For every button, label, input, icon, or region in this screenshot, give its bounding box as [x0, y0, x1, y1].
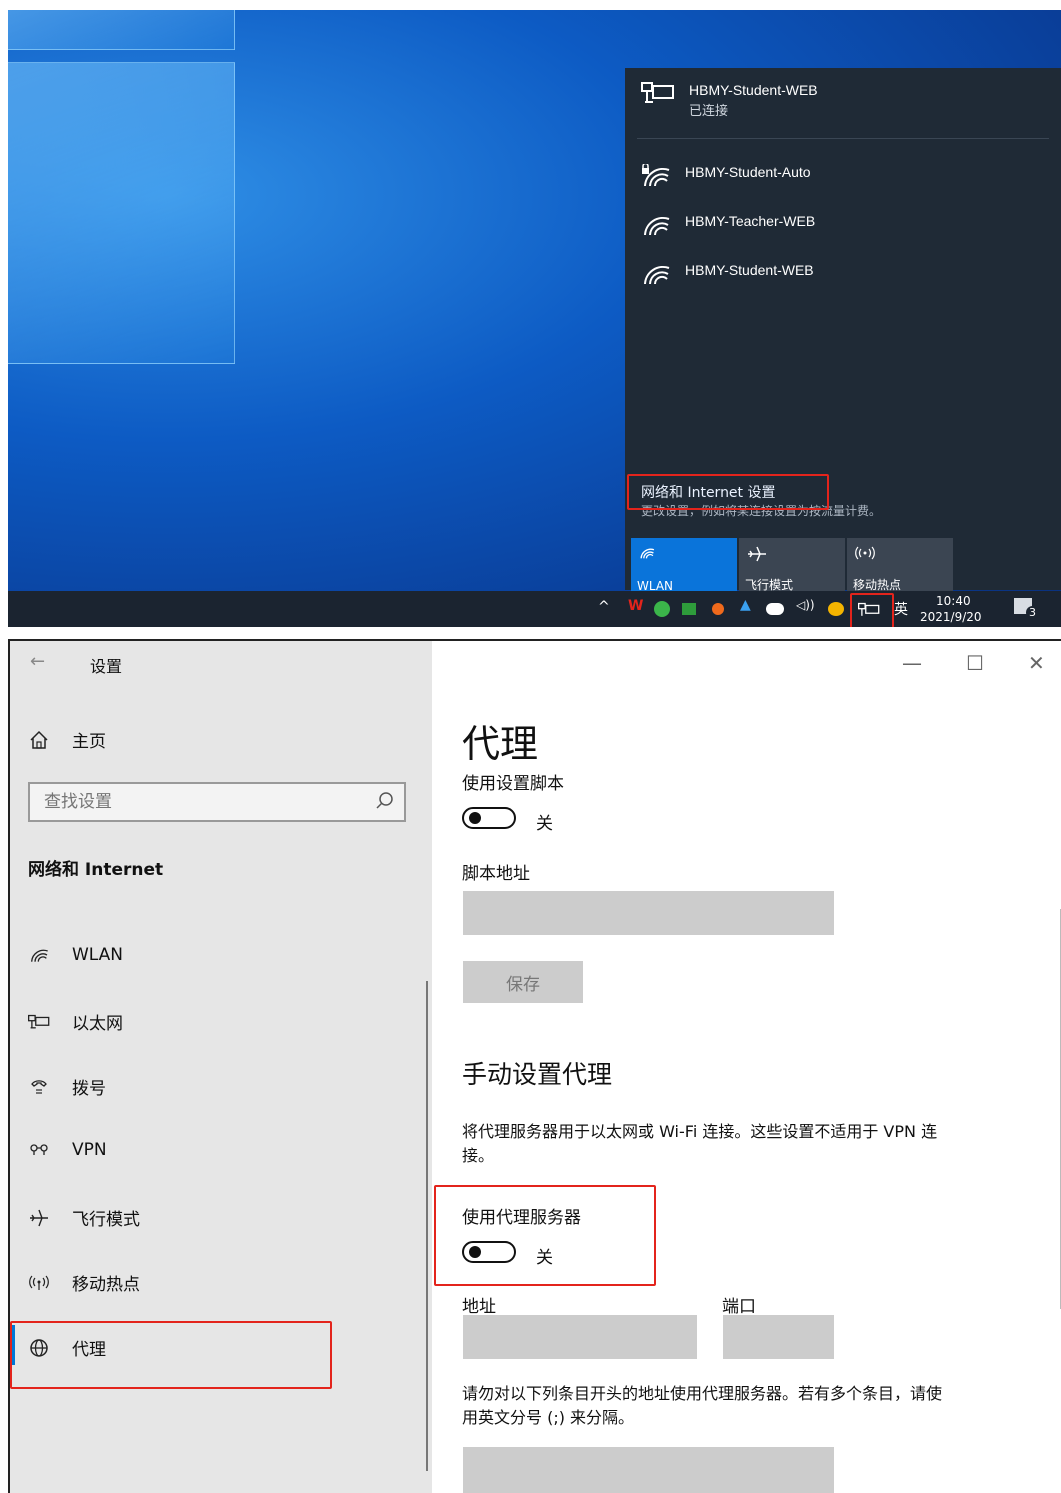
network-name: HBMY-Student-WEB	[685, 262, 814, 278]
manual-proxy-heading: 手动设置代理	[462, 1060, 613, 1089]
sidebar-item-wlan[interactable]: WLAN	[28, 944, 123, 966]
network-item[interactable]: HBMY-Student-WEB	[641, 262, 814, 286]
sidebar-item-label: WLAN	[72, 945, 124, 965]
save-button[interactable]: 保存	[463, 961, 583, 1003]
home-icon	[28, 729, 50, 751]
search-icon[interactable]	[376, 791, 394, 813]
vpn-icon	[28, 1139, 50, 1161]
sidebar-item-ethernet[interactable]: 以太网	[28, 1009, 123, 1034]
clock-date[interactable]: 2021/9/20	[920, 610, 982, 624]
sidebar-item-dialup[interactable]: 拨号	[28, 1074, 106, 1099]
exceptions-description: 请勿对以下列条目开头的地址使用代理服务器。若有多个条目，请使 用英文分号 (;)…	[462, 1382, 942, 1430]
description-line: 接。	[462, 1146, 495, 1165]
sidebar-item-label: 拨号	[72, 1079, 106, 1099]
address-label: 地址	[462, 1297, 496, 1317]
chevron-up-icon[interactable]: ^	[598, 599, 610, 615]
highlight-box	[627, 474, 829, 510]
script-toggle[interactable]	[462, 807, 516, 829]
quick-tile-wlan[interactable]: WLAN	[631, 538, 737, 596]
sidebar-item-label: 移动热点	[72, 1275, 140, 1295]
search-box[interactable]	[28, 782, 406, 822]
wifi-icon	[644, 216, 670, 236]
network-name: HBMY-Student-WEB	[689, 82, 818, 98]
wps-icon[interactable]: W	[628, 598, 643, 614]
sidebar-item-label: 飞行模式	[72, 1210, 140, 1230]
quick-tile-airplane[interactable]: 飞行模式	[739, 538, 845, 596]
sidebar-item-label: VPN	[72, 1140, 107, 1160]
app-tray-icon[interactable]	[828, 602, 844, 616]
script-address-input[interactable]	[463, 891, 834, 935]
page-title: 代理	[462, 722, 539, 766]
window-title: 设置	[90, 657, 123, 676]
highlight-box	[434, 1185, 656, 1286]
taskbar: ^ W ▲ ◁)) 英 10:40 2021/9/20 3	[8, 591, 1061, 627]
network-name: HBMY-Student-Auto	[685, 164, 811, 180]
back-arrow-icon[interactable]: ←	[30, 651, 45, 672]
close-button[interactable]: ✕	[1028, 651, 1045, 675]
dialup-icon	[28, 1076, 50, 1098]
app-tray-icon[interactable]	[682, 603, 696, 615]
search-input[interactable]	[44, 792, 364, 812]
toggle-knob	[469, 812, 481, 824]
port-label: 端口	[722, 1297, 756, 1317]
sidebar-item-home[interactable]: 主页	[28, 727, 106, 752]
clock-time[interactable]: 10:40	[936, 594, 971, 608]
exceptions-input[interactable]	[463, 1447, 834, 1493]
desktop-screenshot: HBMY-Student-WEB 已连接 HBMY-Student-Auto H…	[8, 10, 1061, 627]
hotspot-icon	[28, 1272, 50, 1294]
app-tray-icon[interactable]	[712, 603, 724, 615]
manual-proxy-description: 将代理服务器用于以太网或 Wi-Fi 连接。这些设置不适用于 VPN 连 接。	[462, 1120, 937, 1168]
windows-logo-pane	[8, 62, 235, 364]
airplane-icon	[28, 1207, 50, 1229]
sidebar-item-label: 以太网	[72, 1014, 123, 1034]
network-flyout: HBMY-Student-WEB 已连接 HBMY-Student-Auto H…	[625, 68, 1061, 596]
sidebar-scrollbar[interactable]	[426, 981, 428, 1471]
hotspot-icon	[855, 546, 875, 560]
sidebar-item-airplane[interactable]: 飞行模式	[28, 1205, 140, 1230]
description-line: 用英文分号 (;) 来分隔。	[462, 1408, 635, 1427]
app-tray-icon[interactable]: ▲	[740, 597, 751, 613]
maximize-button[interactable]: ☐	[966, 651, 984, 675]
wifi-icon	[28, 944, 50, 966]
wifi-icon	[640, 548, 655, 559]
network-name: HBMY-Teacher-WEB	[685, 213, 816, 229]
volume-icon[interactable]: ◁))	[796, 598, 815, 612]
wifi-secure-icon	[642, 164, 670, 187]
minimize-button[interactable]: —	[902, 651, 922, 675]
port-input[interactable]	[723, 1315, 834, 1359]
app-tray-icon[interactable]	[654, 601, 670, 617]
description-line: 请勿对以下列条目开头的地址使用代理服务器。若有多个条目，请使	[462, 1384, 943, 1403]
address-input[interactable]	[463, 1315, 697, 1359]
wifi-icon	[644, 265, 670, 285]
highlight-box	[10, 1321, 332, 1389]
network-status: 已连接	[689, 103, 729, 118]
wechat-icon[interactable]	[766, 603, 784, 615]
sidebar-section-title: 网络和 Internet	[28, 860, 164, 880]
airplane-icon	[748, 546, 766, 562]
notification-badge: 3	[1026, 606, 1039, 619]
sidebar-item-vpn[interactable]: VPN	[28, 1139, 107, 1161]
sidebar-item-hotspot[interactable]: 移动热点	[28, 1270, 140, 1295]
script-toggle-state: 关	[536, 814, 553, 834]
ethernet-icon	[641, 82, 674, 103]
settings-window: ← 设置 主页 网络和 Internet WLAN 以太网 拨号 VPN	[8, 639, 1061, 1493]
network-item[interactable]: HBMY-Teacher-WEB	[641, 213, 815, 237]
settings-main: — ☐ ✕ 代理 使用设置脚本 关 脚本地址 保存 手动设置代理 将代理服务器用…	[432, 641, 1061, 1493]
windows-logo-pane	[8, 10, 235, 50]
highlight-box	[850, 593, 894, 627]
sidebar-item-label: 主页	[72, 732, 106, 752]
network-item[interactable]: HBMY-Student-WEB 已连接	[641, 82, 818, 119]
script-label: 使用设置脚本	[462, 774, 564, 794]
ethernet-icon	[28, 1011, 50, 1033]
divider	[637, 138, 1049, 139]
script-address-label: 脚本地址	[462, 864, 530, 884]
settings-sidebar: ← 设置 主页 网络和 Internet WLAN 以太网 拨号 VPN	[10, 641, 432, 1493]
ime-indicator[interactable]: 英	[894, 599, 908, 619]
description-line: 将代理服务器用于以太网或 Wi-Fi 连接。这些设置不适用于 VPN 连	[462, 1122, 938, 1141]
quick-tile-hotspot[interactable]: 移动热点	[847, 538, 953, 596]
network-item[interactable]: HBMY-Student-Auto	[641, 164, 811, 188]
